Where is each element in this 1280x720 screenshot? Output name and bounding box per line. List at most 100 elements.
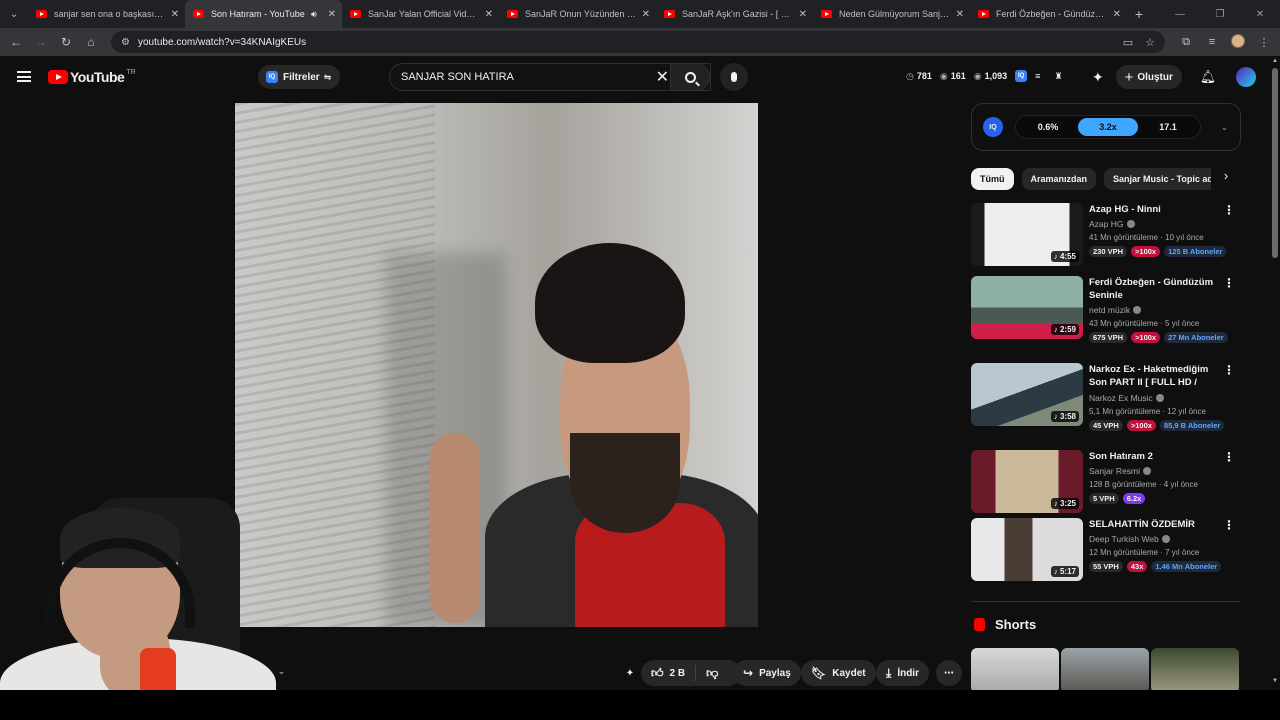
scrollbar-thumb[interactable] — [1272, 68, 1278, 258]
cast-icon[interactable]: ▭ — [1123, 36, 1133, 49]
create-button[interactable]: + Oluştur — [1115, 65, 1182, 89]
video-title[interactable]: Ferdi Özbeğen - Gündüzüm Seninle — [1089, 276, 1219, 302]
sparkle-icon[interactable]: ✦ — [1092, 69, 1104, 86]
speed-option[interactable]: 17.1 — [1138, 118, 1198, 136]
channel-name[interactable]: netd müzik — [1089, 305, 1219, 315]
clear-search-icon[interactable]: ✕ — [656, 67, 669, 87]
close-tab-icon[interactable]: ✕ — [956, 9, 964, 20]
speed-option[interactable]: 0.6% — [1018, 118, 1078, 136]
minimize-icon[interactable]: — — [1160, 9, 1200, 20]
thumbs-up-icon[interactable]: 👍︎ — [651, 666, 664, 681]
close-tab-icon[interactable]: ✕ — [485, 9, 493, 20]
save-button[interactable]: 🔖︎ Kaydet — [801, 660, 876, 686]
video-title[interactable]: Narkoz Ex - Haketmediğim Son PART II [ F… — [1089, 363, 1219, 390]
forward-arrow-icon[interactable]: → — [29, 35, 53, 49]
more-actions-button[interactable]: ⋯ — [936, 660, 962, 686]
chip-channel[interactable]: Sanjar Music - Topic adlı — [1104, 168, 1227, 190]
scroll-down-arrow-icon[interactable]: ▼ — [1272, 678, 1278, 684]
download-button[interactable]: ⤓ İndir — [876, 660, 929, 686]
browser-tab[interactable]: Neden Gülmüyorum Sanjarr - ✕ — [813, 0, 970, 28]
video-thumbnail[interactable]: ♪ 3:25 — [971, 450, 1083, 513]
more-vertical-icon[interactable]: ⋮ — [1223, 518, 1235, 532]
chevron-down-icon[interactable]: ⌄ — [278, 666, 286, 676]
browser-tab[interactable]: Ferdi Özbeğen - Gündüzüm Se✕ — [970, 0, 1127, 28]
bookmark-star-icon[interactable]: ☆ — [1145, 36, 1155, 49]
back-arrow-icon[interactable]: ← — [4, 35, 28, 49]
home-icon[interactable]: ⌂ — [79, 35, 103, 49]
omnibox[interactable]: ⚙ youtube.com/watch?v=34KNAIgKEUs ▭ ☆ — [111, 31, 1165, 53]
iq-extension-icon[interactable]: IQ — [1015, 70, 1028, 82]
filters-button[interactable]: IQ Filtreler ⇋ — [258, 65, 340, 89]
video-title[interactable]: Azap HG - Ninni — [1089, 203, 1219, 216]
media-controls-icon[interactable]: ≡ — [1199, 36, 1225, 48]
duration-badge: ♪ 4:55 — [1050, 251, 1079, 262]
thumbs-down-icon[interactable]: 👎︎ — [706, 666, 718, 681]
recommendation-item[interactable]: ♪ 2:59 Ferdi Özbeğen - Gündüzüm Seninle … — [971, 276, 1241, 343]
restore-icon[interactable]: ❐ — [1200, 9, 1240, 20]
youtube-logo[interactable]: YouTube TR — [48, 69, 136, 85]
short-thumbnail[interactable] — [1151, 648, 1239, 693]
ai-summary-button[interactable]: ✦ — [617, 660, 643, 686]
browser-menu-icon[interactable]: ⋮ — [1251, 36, 1277, 49]
account-avatar[interactable] — [1236, 67, 1257, 87]
browser-tab[interactable]: sanjar sen ona o başkasına - Yo✕ — [28, 0, 185, 28]
vph-badge: 45 VPH — [1089, 420, 1123, 431]
browser-tab[interactable]: SanJaR Onun Yüzünden 2014 H✕ — [499, 0, 656, 28]
close-tab-icon[interactable]: ✕ — [171, 9, 179, 20]
channel-name[interactable]: Narkoz Ex Music — [1089, 393, 1219, 403]
search-input[interactable]: SANJAR SON HATIRA ✕ — [389, 63, 711, 91]
short-thumbnail[interactable] — [971, 648, 1059, 693]
notifications-bell-icon[interactable]: 🔔︎ — [1200, 69, 1217, 85]
scroll-up-arrow-icon[interactable]: ▲ — [1272, 58, 1278, 64]
recommendation-item[interactable]: ♪ 5:17 SELAHATTİN ÖZDEMİR Deep Turkish W… — [971, 518, 1241, 584]
list-icon[interactable]: ≡ — [1035, 71, 1040, 81]
video-title[interactable]: Son Hatıram 2 — [1089, 450, 1219, 463]
chevron-down-icon[interactable]: ⌄ — [1221, 123, 1228, 132]
channel-name[interactable]: Deep Turkish Web — [1089, 534, 1219, 544]
video-thumbnail[interactable]: ♪ 4:55 — [971, 203, 1083, 266]
recommendation-item[interactable]: ♪ 3:58 Narkoz Ex - Haketmediğim Son PART… — [971, 363, 1241, 431]
trophy-icon[interactable]: ♜ — [1054, 71, 1062, 82]
speaker-icon[interactable]: 🔊︎ — [311, 9, 317, 20]
page-scrollbar[interactable]: ▲ ▼ — [1270, 56, 1280, 690]
speed-option-selected[interactable]: 3.2x — [1078, 118, 1138, 136]
recommendation-item[interactable]: ♪ 3:25 Son Hatıram 2 Sanjar Resmi 128 B … — [971, 450, 1241, 516]
extensions-icon[interactable]: ⧉ — [1173, 36, 1199, 49]
reload-icon[interactable]: ↻ — [54, 35, 78, 49]
share-button[interactable]: ↪ Paylaş — [733, 660, 801, 686]
profile-avatar[interactable] — [1225, 33, 1251, 51]
video-title[interactable]: SELAHATTİN ÖZDEMİR — [1089, 518, 1219, 531]
browser-tab[interactable]: SanJar Yalan Official Video 2018✕ — [342, 0, 499, 28]
chip-from-search[interactable]: Aramanızdan — [1021, 168, 1097, 190]
close-tab-icon[interactable]: ✕ — [1113, 9, 1121, 20]
video-thumbnail[interactable]: ♪ 5:17 — [971, 518, 1083, 581]
close-tab-icon[interactable]: ✕ — [642, 9, 650, 20]
browser-tab[interactable]: SanJaR Aşk'ın Gazisi - [ Dehşet✕ — [656, 0, 813, 28]
chip-all[interactable]: Tümü — [971, 168, 1014, 190]
recommendation-item[interactable]: ♪ 4:55 Azap HG - Ninni Azap HG 41 Mn gör… — [971, 203, 1241, 269]
like-count[interactable]: 2 B — [670, 668, 686, 679]
video-thumbnail[interactable]: ♪ 2:59 — [971, 276, 1083, 339]
video-thumbnail[interactable]: ♪ 3:58 — [971, 363, 1083, 426]
vph-badge: 55 VPH — [1089, 561, 1123, 572]
channel-name[interactable]: Azap HG — [1089, 219, 1219, 229]
hamburger-menu-icon[interactable] — [17, 71, 31, 82]
more-vertical-icon[interactable]: ⋮ — [1223, 363, 1235, 377]
search-button[interactable] — [670, 63, 710, 91]
more-vertical-icon[interactable]: ⋮ — [1223, 450, 1235, 464]
browser-tab-active[interactable]: Son Hatıram - YouTube 🔊︎ ✕ — [185, 0, 342, 28]
video-player[interactable] — [235, 103, 758, 627]
more-vertical-icon[interactable]: ⋮ — [1223, 276, 1235, 290]
voice-search-button[interactable] — [720, 63, 748, 91]
more-vertical-icon[interactable]: ⋮ — [1223, 203, 1235, 217]
chevron-right-icon[interactable]: › — [1211, 168, 1241, 190]
close-tab-icon[interactable]: ✕ — [328, 9, 336, 20]
close-tab-icon[interactable]: ✕ — [799, 9, 807, 20]
short-thumbnail[interactable] — [1061, 648, 1149, 693]
site-info-icon[interactable]: ⚙ — [121, 37, 130, 48]
url-text[interactable]: youtube.com/watch?v=34KNAIgKEUs — [138, 37, 1111, 48]
tab-search-button[interactable]: ⌄ — [0, 0, 28, 28]
close-window-icon[interactable]: ✕ — [1240, 9, 1280, 20]
new-tab-button[interactable]: + — [1127, 0, 1151, 28]
channel-name[interactable]: Sanjar Resmi — [1089, 466, 1219, 476]
